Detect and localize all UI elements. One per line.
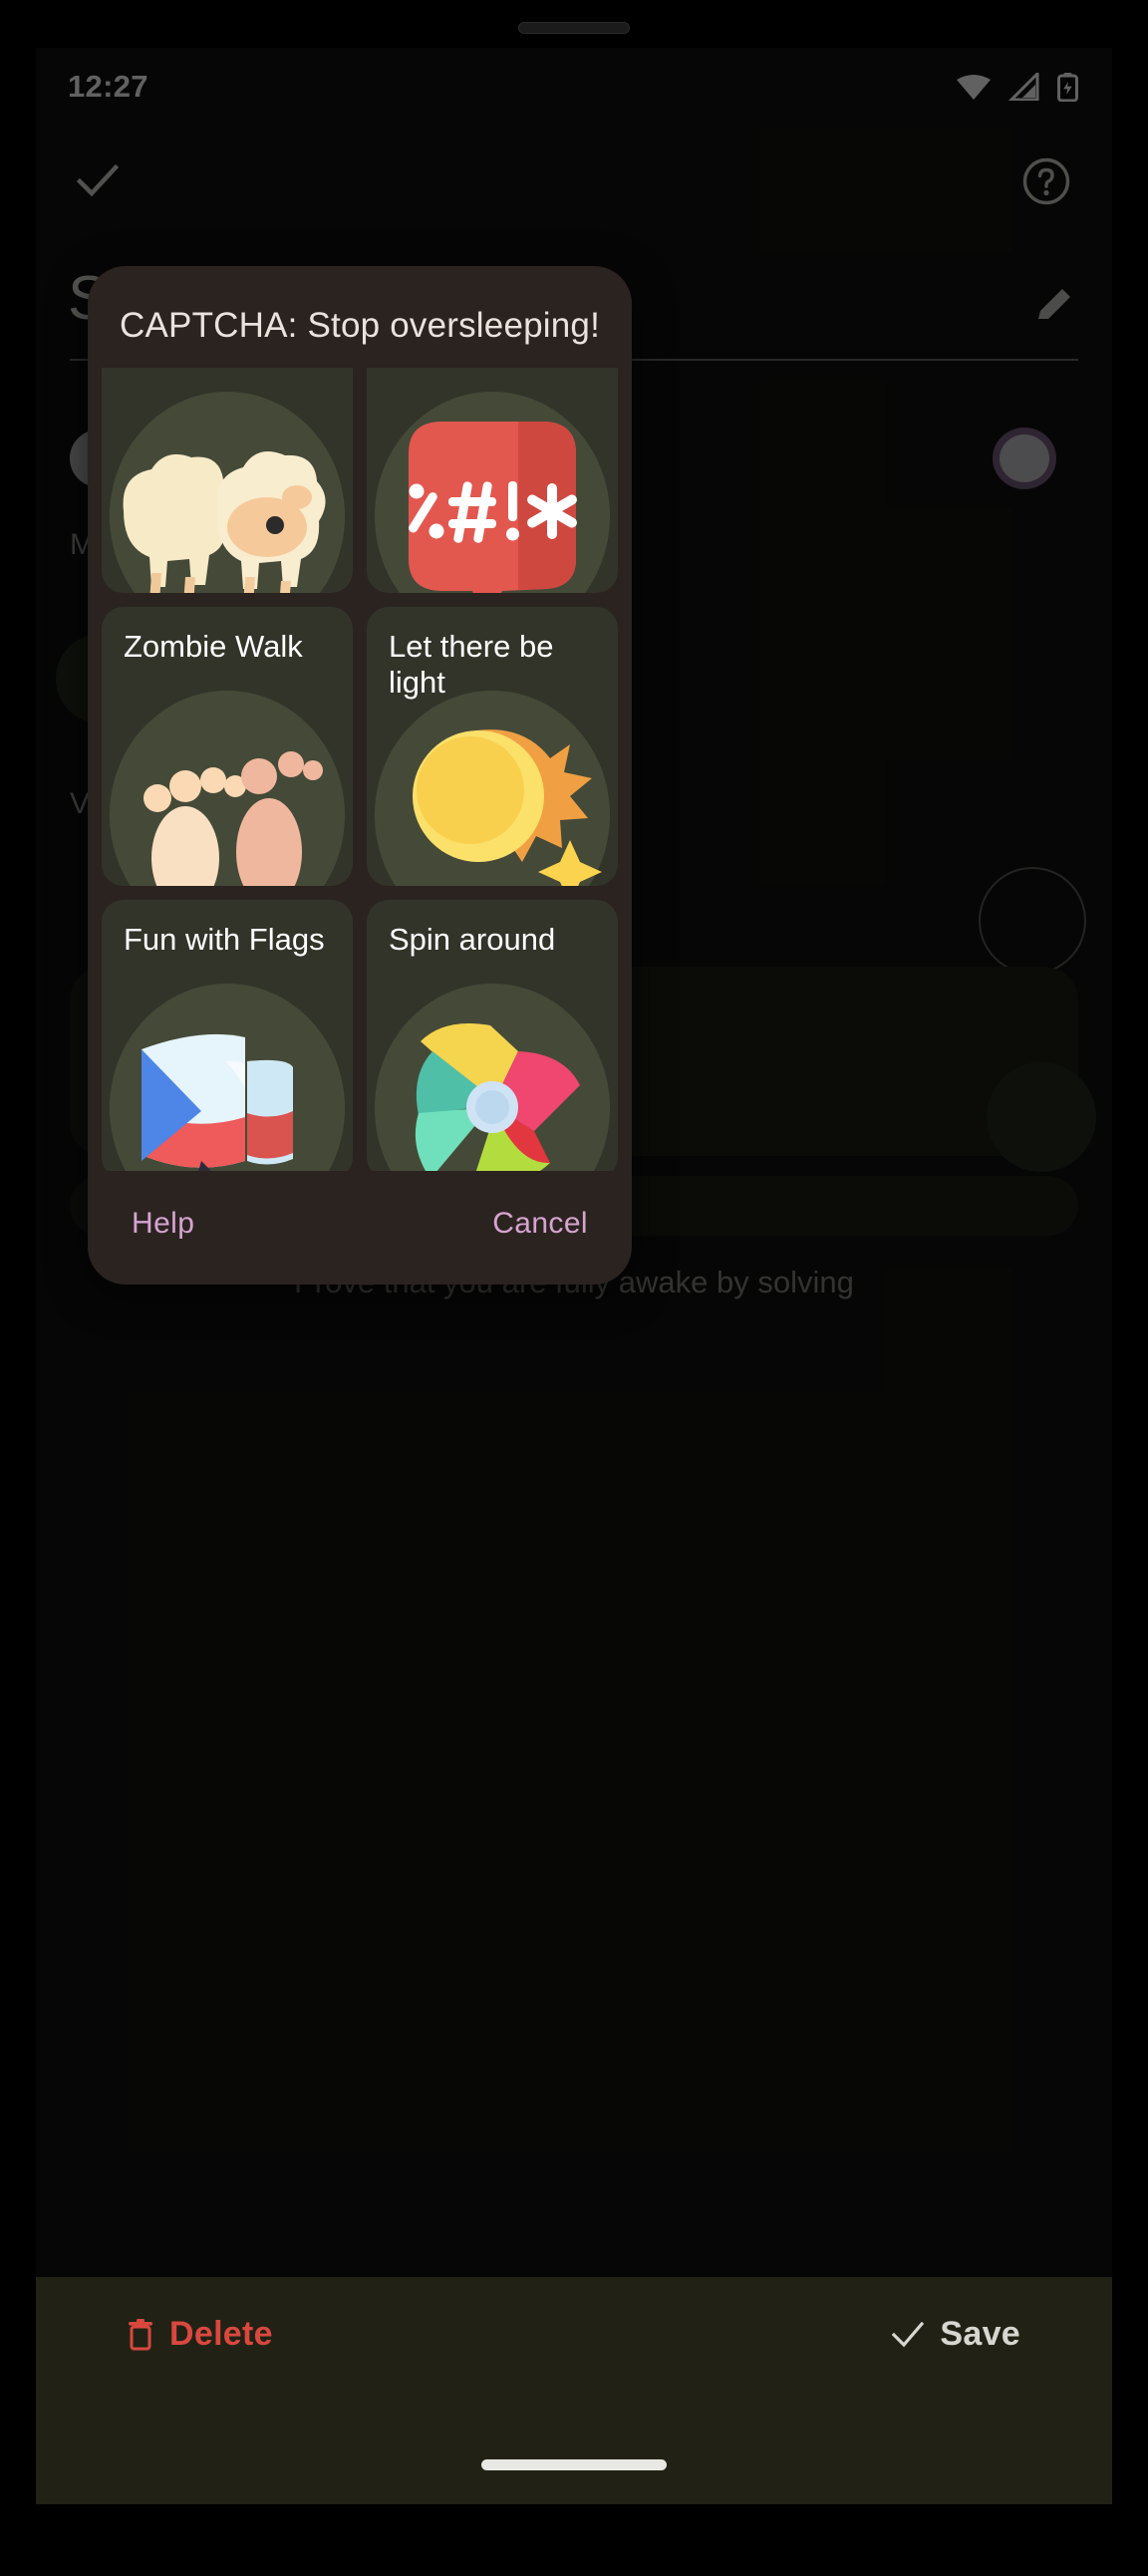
captcha-option-card[interactable]: Count sheep [102,368,353,593]
captcha-option-card[interactable]: Let there be light [367,607,618,886]
captcha-option-card[interactable]: Zombie Walk [102,607,353,886]
card-title: Zombie Walk [124,629,303,664]
sun-art [375,691,610,886]
delete-label: Delete [169,2315,273,2353]
dialog-action-row: Help Cancel [88,1171,632,1285]
sheep-art [110,392,345,593]
speech-bubble-art [375,392,610,593]
card-title: Let there be light [389,629,554,700]
help-button-dialog[interactable]: Help [132,1207,194,1241]
phone-screen: 12:27 [36,48,1112,2504]
check-icon [892,2321,925,2347]
flag-art [110,984,345,1171]
card-title: Spin around [389,922,556,957]
bottom-action-bar: Delete Save [36,2277,1112,2504]
delete-button[interactable]: Delete [128,2315,273,2354]
dialog-title: CAPTCHA: Stop oversleeping! [120,306,601,345]
earpiece-speaker [518,22,630,34]
home-indicator[interactable] [481,2459,667,2470]
save-label: Save [940,2315,1020,2353]
cancel-button[interactable]: Cancel [492,1207,588,1241]
card-title: Fun with Flags [124,922,325,957]
captcha-option-card[interactable]: Spin around [367,900,618,1171]
feet-art [110,691,345,886]
captcha-option-card[interactable]: Fun with Flags [102,900,353,1171]
captcha-options-grid: Count sheep [102,368,618,1171]
captcha-options-scroll[interactable]: Count sheep [88,368,632,1171]
phone-device: 12:27 [0,0,1148,2576]
captcha-option-card[interactable]: Swear words [367,368,618,593]
pinwheel-art [375,984,610,1171]
captcha-dialog: CAPTCHA: Stop oversleeping! Count sheep [88,266,632,1285]
save-button[interactable]: Save [892,2315,1020,2354]
trash-icon [129,2318,152,2350]
